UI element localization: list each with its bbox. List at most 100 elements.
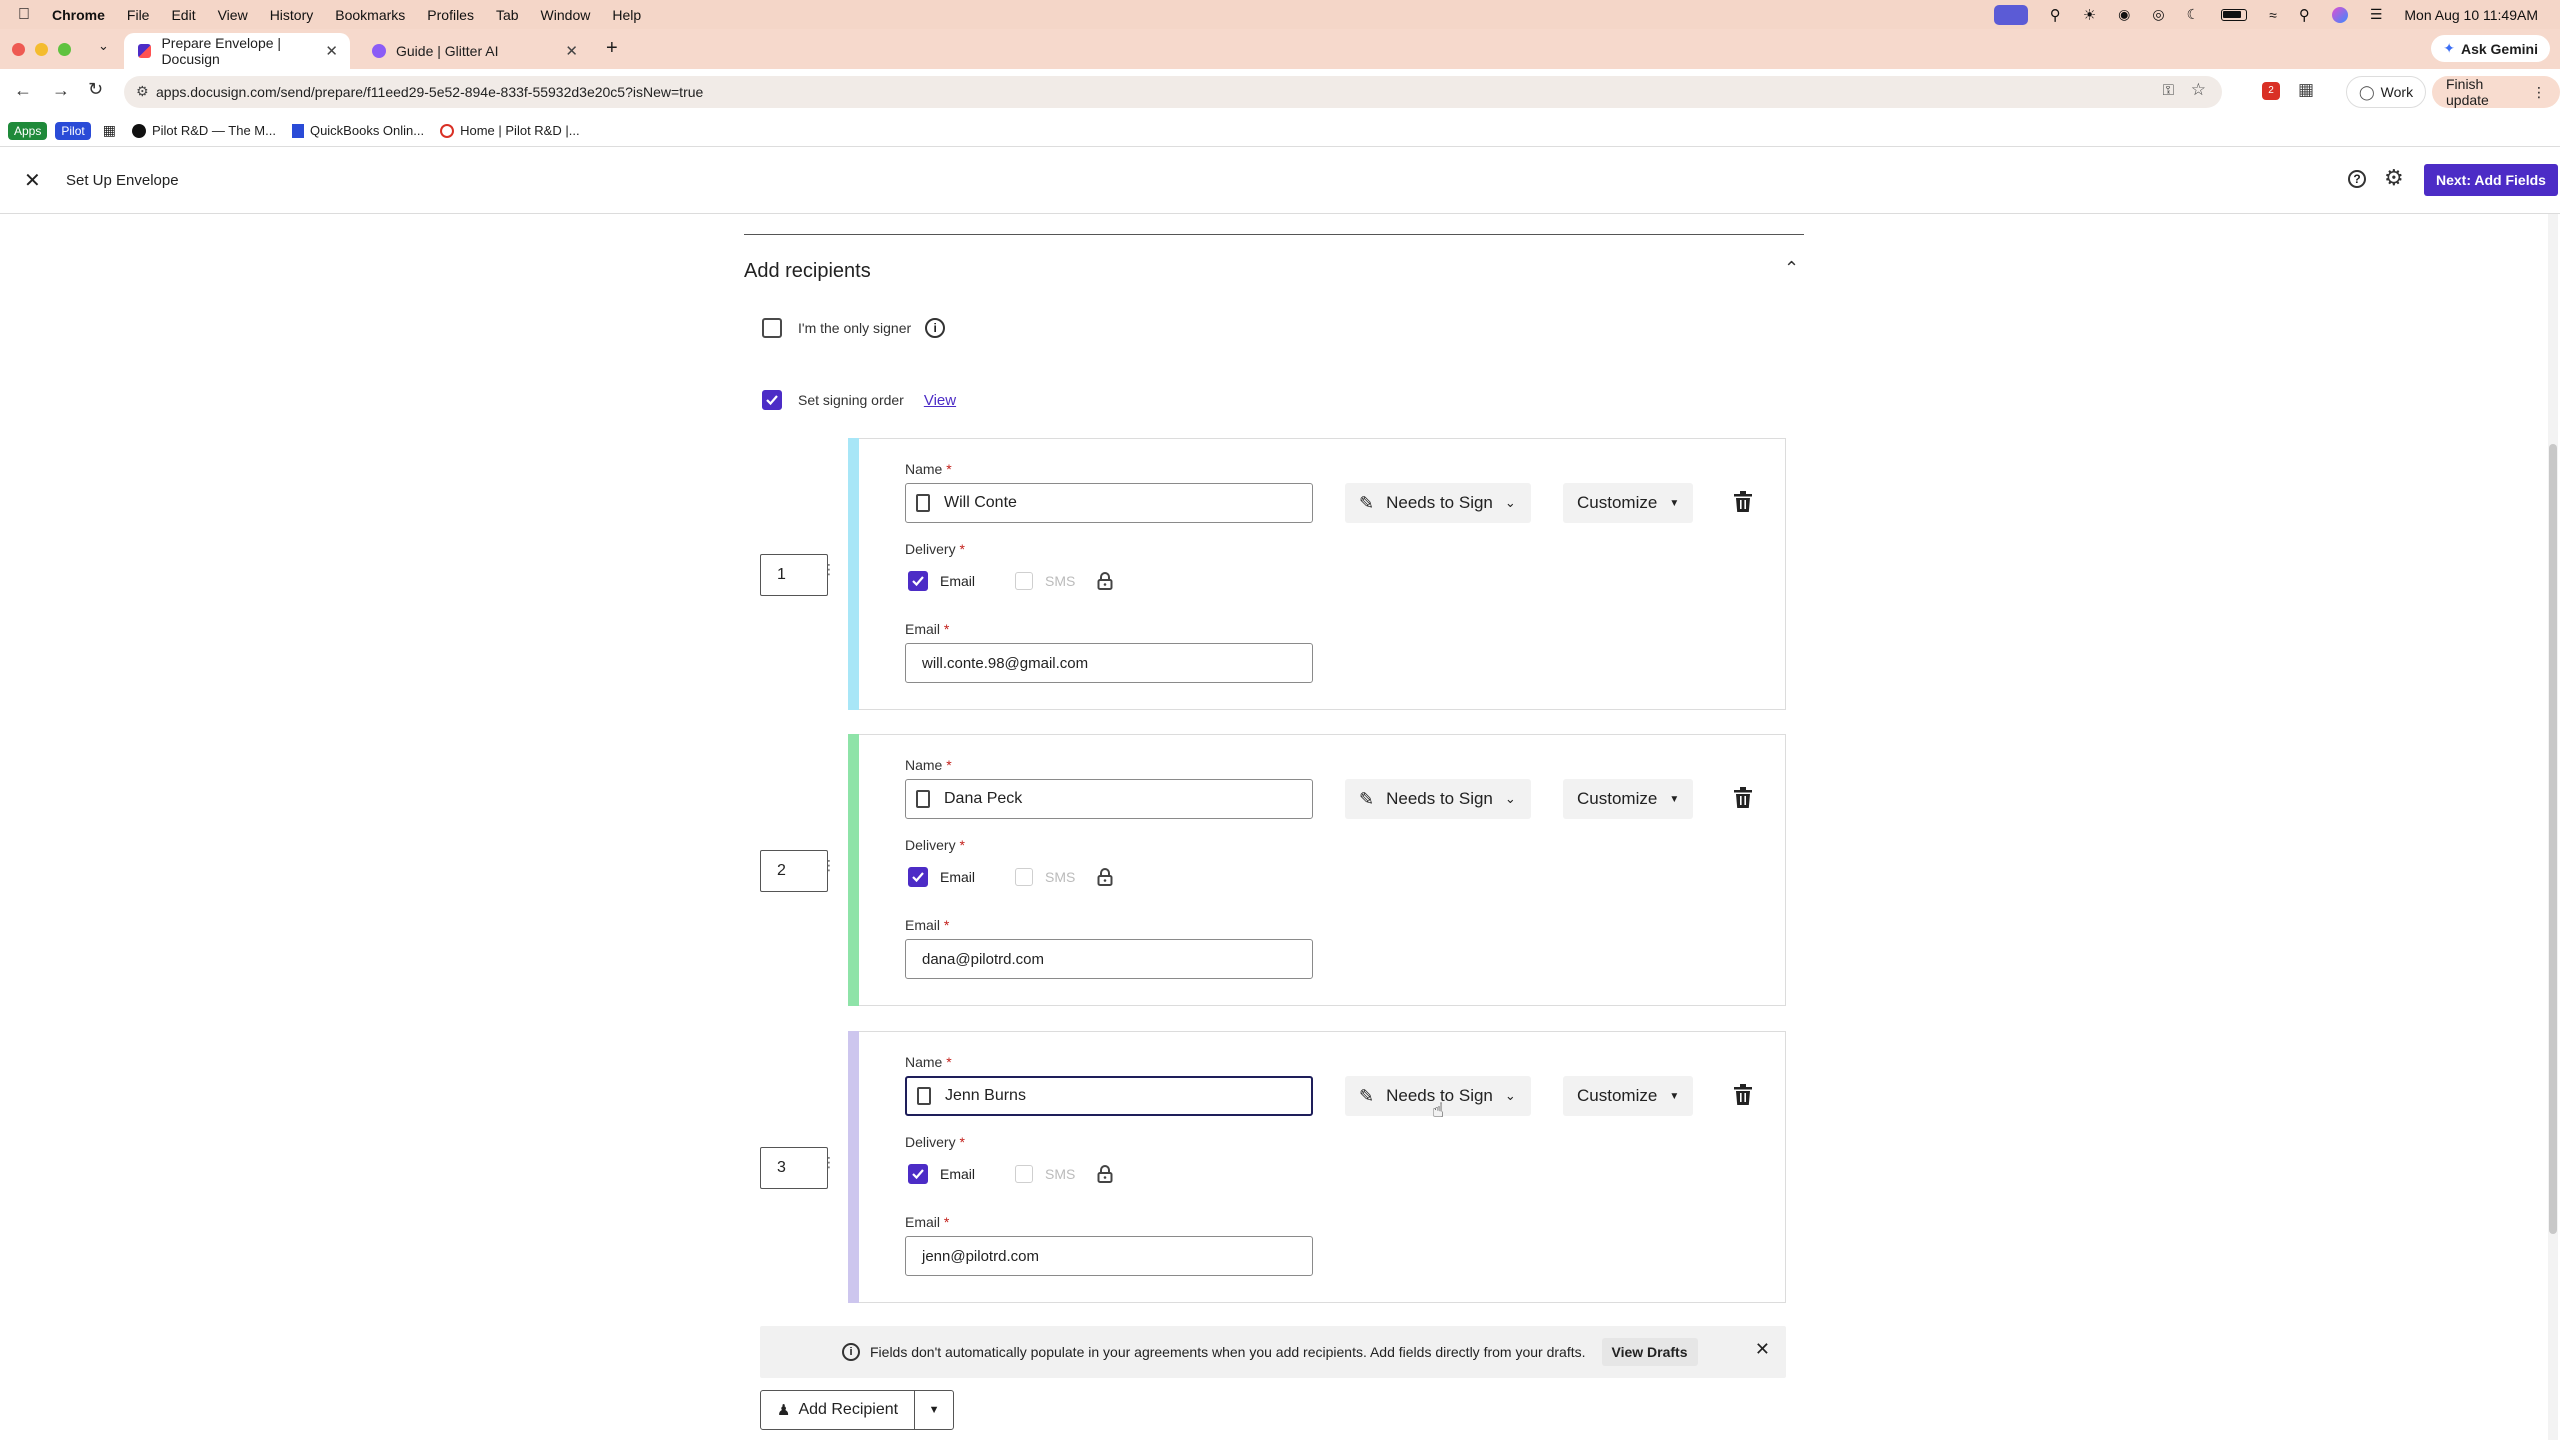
- signing-order-checkbox[interactable]: [762, 390, 782, 410]
- moon-icon[interactable]: ☾: [2187, 6, 2200, 23]
- sms-delivery-checkbox[interactable]: [1015, 868, 1034, 886]
- menu-help[interactable]: Help: [612, 7, 641, 23]
- recipient-action-dropdown[interactable]: ✎ Needs to Sign ⌄: [1345, 779, 1531, 819]
- next-add-fields-label: Next: Add Fields: [2436, 172, 2546, 188]
- ask-gemini-button[interactable]: ✦ Ask Gemini: [2431, 35, 2550, 62]
- siri-icon[interactable]: [2331, 6, 2348, 23]
- menu-view[interactable]: View: [218, 7, 248, 23]
- signing-order-input[interactable]: 2: [760, 850, 828, 892]
- bookmark-apps[interactable]: Apps: [8, 121, 48, 140]
- view-link[interactable]: View: [924, 392, 956, 409]
- target-icon[interactable]: ◎: [2152, 6, 2164, 23]
- tab-glitter[interactable]: Guide | Glitter AI ✕: [358, 33, 590, 69]
- maximize-window-icon[interactable]: [58, 43, 71, 56]
- menu-bookmarks[interactable]: Bookmarks: [335, 7, 405, 23]
- battery-icon[interactable]: [2221, 8, 2248, 21]
- menu-tab[interactable]: Tab: [496, 7, 519, 23]
- reload-icon[interactable]: ↻: [88, 79, 103, 100]
- menu-edit[interactable]: Edit: [171, 7, 195, 23]
- back-icon[interactable]: ←: [14, 80, 32, 101]
- recipient-email-input[interactable]: dana@pilotrd.com: [905, 939, 1313, 979]
- recipient-name-input[interactable]: Jenn Burns: [905, 1076, 1313, 1116]
- chevron-down-icon: ⌄: [1504, 495, 1516, 510]
- new-tab-icon[interactable]: +: [606, 37, 618, 60]
- extensions-puzzle-icon[interactable]: ▦: [2298, 80, 2314, 100]
- only-signer-checkbox[interactable]: [762, 318, 782, 338]
- drag-handle-icon[interactable]: ⋮: [822, 857, 836, 874]
- lock-icon[interactable]: [1097, 572, 1113, 590]
- apps-grid-icon[interactable]: ▦: [103, 122, 116, 139]
- tab-list-chevron-icon[interactable]: ⌄: [98, 38, 109, 54]
- menu-file[interactable]: File: [127, 7, 150, 23]
- wifi-icon[interactable]: ≈: [2269, 7, 2277, 23]
- menu-history[interactable]: History: [270, 7, 314, 23]
- drag-handle-icon[interactable]: ⋮: [822, 561, 836, 578]
- add-recipient-button[interactable]: ♟ Add Recipient: [761, 1391, 916, 1429]
- contacts-book-icon[interactable]: [916, 494, 930, 512]
- screen-share-icon[interactable]: [1993, 4, 2028, 25]
- password-key-icon[interactable]: ⚿: [2163, 82, 2174, 99]
- signing-order-input[interactable]: 3: [760, 1147, 828, 1189]
- pen-icon: ✎: [1359, 788, 1375, 809]
- add-recipient-menu-button[interactable]: ▼: [915, 1391, 953, 1429]
- bookmark-home-pilot[interactable]: Home | Pilot R&D |...: [460, 123, 579, 138]
- close-window-icon[interactable]: [12, 43, 25, 56]
- lock-icon[interactable]: [1097, 868, 1113, 886]
- recipient-action-dropdown[interactable]: ✎ Needs to Sign ⌄: [1345, 483, 1531, 523]
- close-tab-icon[interactable]: ✕: [325, 42, 338, 60]
- collapse-chevron-up-icon[interactable]: ⌃: [1784, 258, 1799, 279]
- bookmark-quickbooks[interactable]: QuickBooks Onlin...: [310, 123, 424, 138]
- menubar-app-name[interactable]: Chrome: [52, 7, 105, 23]
- recipient-name-input[interactable]: Dana Peck: [905, 779, 1313, 819]
- forward-icon[interactable]: →: [52, 80, 70, 101]
- extension-badge-icon[interactable]: 2: [2262, 82, 2280, 100]
- customize-dropdown[interactable]: Customize ▼: [1563, 483, 1693, 523]
- delete-recipient-icon[interactable]: [1733, 491, 1753, 513]
- drag-handle-icon[interactable]: ⋮: [822, 1154, 836, 1171]
- apple-icon[interactable]: : [18, 6, 30, 24]
- email-delivery-checkbox[interactable]: [908, 571, 928, 591]
- customize-dropdown[interactable]: Customize ▼: [1563, 1076, 1693, 1116]
- email-delivery-checkbox[interactable]: [908, 1164, 928, 1184]
- scrollbar-thumb[interactable]: [2549, 444, 2557, 1234]
- settings-gear-icon[interactable]: ⚙: [2384, 165, 2404, 191]
- help-icon[interactable]: ?: [2348, 170, 2366, 188]
- bookmark-star-icon[interactable]: ☆: [2191, 80, 2206, 100]
- recipient-name-input[interactable]: Will Conte: [905, 483, 1313, 523]
- close-envelope-icon[interactable]: ✕: [24, 168, 41, 193]
- sun-icon[interactable]: ☀: [2083, 6, 2096, 24]
- sms-delivery-checkbox[interactable]: [1015, 1165, 1034, 1183]
- recipient-email-input[interactable]: will.conte.98@gmail.com: [905, 643, 1313, 683]
- menu-extras-icon[interactable]: ☰: [2370, 6, 2383, 23]
- recipient-email-input[interactable]: jenn@pilotrd.com: [905, 1236, 1313, 1276]
- minimize-window-icon[interactable]: [35, 43, 48, 56]
- tab-docusign[interactable]: Prepare Envelope | Docusign ✕: [124, 33, 350, 69]
- delete-recipient-icon[interactable]: [1733, 1084, 1753, 1106]
- view-drafts-button[interactable]: View Drafts: [1601, 1338, 1698, 1366]
- delete-recipient-icon[interactable]: [1733, 787, 1753, 809]
- menu-profiles[interactable]: Profiles: [427, 7, 474, 23]
- contacts-book-icon[interactable]: [916, 790, 930, 808]
- sms-delivery-checkbox[interactable]: [1015, 572, 1034, 590]
- info-circle-icon[interactable]: i: [925, 318, 946, 338]
- bookmark-pilot-rd[interactable]: Pilot R&D — The M...: [152, 123, 276, 138]
- contacts-book-icon[interactable]: [917, 1087, 931, 1105]
- magnifier-status-icon[interactable]: ⚲: [2050, 6, 2061, 24]
- page-scrollbar[interactable]: [2548, 214, 2558, 1440]
- control-center-icon[interactable]: ◉: [2118, 6, 2130, 23]
- address-bar[interactable]: ⚙ apps.docusign.com/send/prepare/f11eed2…: [124, 76, 2222, 108]
- spotlight-icon[interactable]: ⚲: [2299, 6, 2310, 24]
- site-settings-icon[interactable]: ⚙: [136, 83, 149, 100]
- signing-order-input[interactable]: 1: [760, 554, 828, 596]
- finish-update-button[interactable]: Finish update ⋮: [2432, 76, 2560, 108]
- clock[interactable]: Mon Aug 10 11:49AM: [2404, 7, 2538, 23]
- lock-icon[interactable]: [1097, 1165, 1113, 1183]
- bookmark-pilot[interactable]: Pilot: [55, 121, 91, 140]
- email-delivery-checkbox[interactable]: [908, 867, 928, 887]
- menu-window[interactable]: Window: [541, 7, 591, 23]
- next-add-fields-button[interactable]: Next: Add Fields: [2424, 164, 2558, 196]
- customize-dropdown[interactable]: Customize ▼: [1563, 779, 1693, 819]
- profile-chip[interactable]: ◯ Work: [2346, 76, 2427, 108]
- dismiss-banner-icon[interactable]: ✕: [1755, 1339, 1770, 1360]
- close-tab-icon[interactable]: ✕: [565, 42, 578, 60]
